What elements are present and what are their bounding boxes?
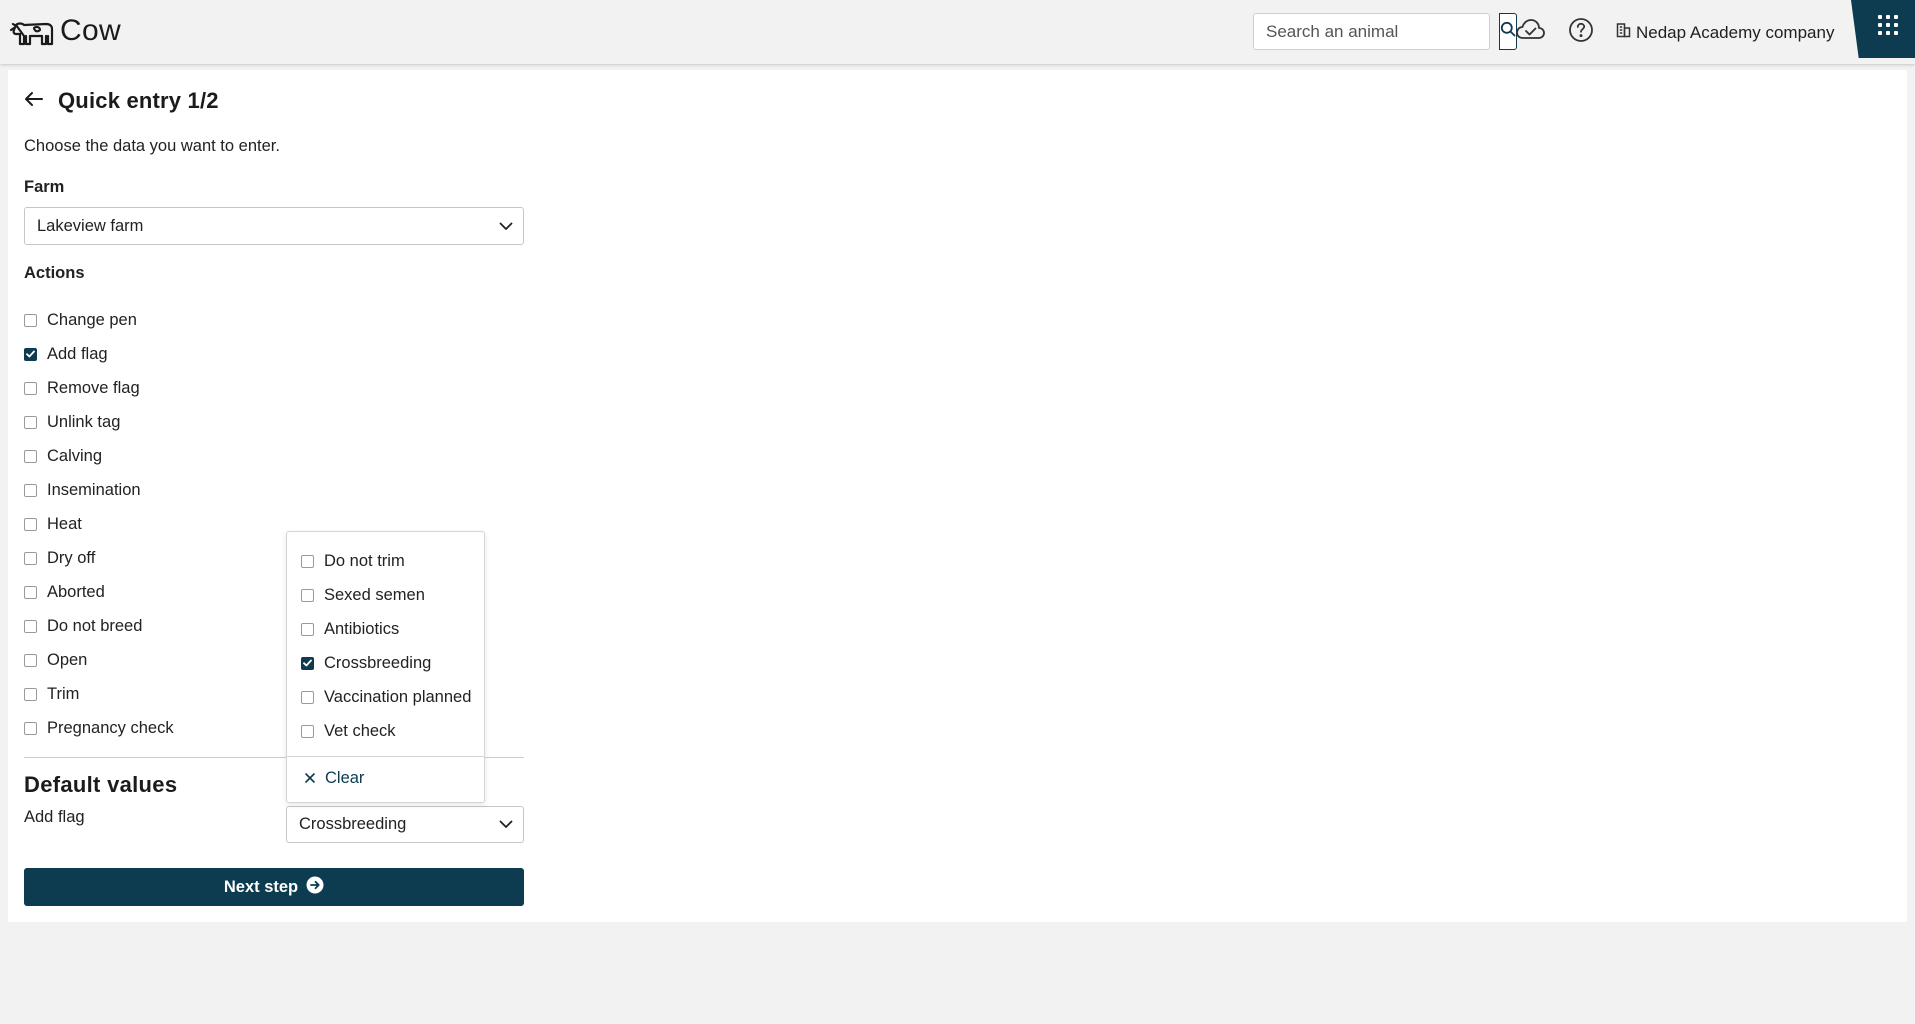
checkbox-label: Antibiotics xyxy=(324,619,400,638)
help-icon xyxy=(1568,17,1594,48)
add-flag-select-value: Crossbreeding xyxy=(299,815,407,833)
building-icon xyxy=(1616,22,1631,43)
clear-button[interactable]: Clear xyxy=(305,769,364,788)
checkbox[interactable] xyxy=(24,721,37,735)
checkbox-label: Aborted xyxy=(47,582,105,601)
checkbox-label: Open xyxy=(47,650,88,669)
action-remove-flag[interactable]: Remove flag xyxy=(24,371,174,405)
checkbox-label: Do not trim xyxy=(324,551,405,570)
checkbox[interactable] xyxy=(24,517,37,531)
checkbox[interactable] xyxy=(24,687,37,701)
action-trim[interactable]: Trim xyxy=(24,677,174,711)
sync-status-button[interactable] xyxy=(1515,17,1546,46)
checkbox-label: Dry off xyxy=(47,548,96,567)
flag-option-sexed-semen[interactable]: Sexed semen xyxy=(301,578,471,612)
page-subtitle: Choose the data you want to enter. xyxy=(24,137,280,155)
checkbox-label: Insemination xyxy=(47,480,141,499)
action-change-pen[interactable]: Change pen xyxy=(24,303,174,337)
flag-option-vaccination-planned[interactable]: Vaccination planned xyxy=(301,680,471,714)
action-calving[interactable]: Calving xyxy=(24,439,174,473)
checkbox-label: Remove flag xyxy=(47,378,140,397)
brand[interactable]: Cow xyxy=(10,14,121,48)
checkbox[interactable] xyxy=(301,554,314,568)
checkbox[interactable] xyxy=(24,483,37,497)
checkbox-label: Change pen xyxy=(47,310,137,329)
chevron-down-icon xyxy=(499,217,513,236)
flag-options-list: Do not trim Sexed semen Antibiotics Crossbr… xyxy=(301,544,471,748)
checkbox[interactable] xyxy=(301,588,314,602)
checkbox[interactable] xyxy=(24,551,37,565)
next-step-label: Next step xyxy=(223,877,299,896)
actions-list: Change pen Add flag Remove flag Unlink tag C… xyxy=(24,303,174,745)
dropdown-divider xyxy=(287,756,484,757)
action-open[interactable]: Open xyxy=(24,643,174,677)
cow-logo-icon xyxy=(10,14,54,48)
flag-dropdown-menu: Do not trim Sexed semen Antibiotics Crossbr… xyxy=(286,531,485,803)
add-flag-select[interactable]: Crossbreeding xyxy=(286,806,524,843)
flag-option-antibiotics[interactable]: Antibiotics xyxy=(301,612,471,646)
checkbox-label: Do not breed xyxy=(47,616,143,635)
add-flag-label: Add flag xyxy=(24,808,85,826)
company-switcher[interactable]: Nedap Academy company xyxy=(1616,22,1834,43)
checkbox-label: Sexed semen xyxy=(324,585,425,604)
close-icon xyxy=(305,769,315,788)
checkbox[interactable] xyxy=(301,622,314,636)
checkbox-label: Vet check xyxy=(324,721,396,740)
page-title: Quick entry 1/2 xyxy=(58,88,219,113)
app-name: Cow xyxy=(60,14,121,47)
checkbox[interactable] xyxy=(24,585,37,599)
flag-option-do-not-trim[interactable]: Do not trim xyxy=(301,544,471,578)
checkbox[interactable] xyxy=(301,690,314,704)
next-step-button[interactable]: Next step xyxy=(24,868,524,906)
checkbox[interactable] xyxy=(24,313,37,327)
checkbox-label: Pregnancy check xyxy=(47,718,174,737)
animal-search xyxy=(1253,13,1517,50)
flag-option-crossbreeding[interactable]: Crossbreeding xyxy=(301,646,471,680)
checkbox-label: Vaccination planned xyxy=(324,687,472,706)
farm-select[interactable]: Lakeview farm xyxy=(24,207,524,245)
checkbox[interactable] xyxy=(24,653,37,667)
action-do-not-breed[interactable]: Do not breed xyxy=(24,609,174,643)
checkbox-label: Add flag xyxy=(47,344,108,363)
arrow-right-circle-icon xyxy=(306,876,324,899)
apps-grid-icon xyxy=(1878,15,1898,35)
farm-label: Farm xyxy=(24,178,65,196)
flag-option-vet-check[interactable]: Vet check xyxy=(301,714,471,748)
default-values-title: Default values xyxy=(24,772,178,797)
checkbox[interactable] xyxy=(24,381,37,395)
company-name: Nedap Academy company xyxy=(1636,22,1835,42)
top-bar: Cow Search an animal Nedap Academy compa… xyxy=(0,0,1915,64)
checkbox-label: Heat xyxy=(47,514,82,533)
checkbox[interactable] xyxy=(24,449,37,463)
action-dry-off[interactable]: Dry off xyxy=(24,541,174,575)
checkbox-label: Trim xyxy=(47,684,80,703)
page-header: Quick entry 1/2 xyxy=(24,88,219,114)
action-unlink-tag[interactable]: Unlink tag xyxy=(24,405,174,439)
farm-select-value: Lakeview farm xyxy=(37,216,144,235)
action-add-flag[interactable]: Add flag xyxy=(24,337,174,371)
action-pregnancy-check[interactable]: Pregnancy check xyxy=(24,711,174,745)
checkbox[interactable] xyxy=(24,415,37,429)
checkbox-label: Crossbreeding xyxy=(324,653,432,672)
app-switcher-button[interactable] xyxy=(1851,0,1915,58)
checkbox-checked[interactable] xyxy=(301,656,314,670)
checkbox-label: Unlink tag xyxy=(47,412,121,431)
search-input[interactable] xyxy=(1254,14,1499,49)
checkbox[interactable] xyxy=(301,724,314,738)
cloud-check-icon xyxy=(1515,17,1546,46)
help-button[interactable] xyxy=(1568,17,1594,48)
checkbox-checked[interactable] xyxy=(24,347,37,361)
chevron-down-icon xyxy=(499,815,513,834)
action-heat[interactable]: Heat xyxy=(24,507,174,541)
clear-label: Clear xyxy=(325,769,365,787)
checkbox[interactable] xyxy=(24,619,37,633)
checkbox-label: Calving xyxy=(47,446,103,465)
search-icon xyxy=(1500,21,1516,42)
actions-label: Actions xyxy=(24,264,85,282)
action-insemination[interactable]: Insemination xyxy=(24,473,174,507)
back-arrow-icon[interactable] xyxy=(24,91,44,112)
action-aborted[interactable]: Aborted xyxy=(24,575,174,609)
